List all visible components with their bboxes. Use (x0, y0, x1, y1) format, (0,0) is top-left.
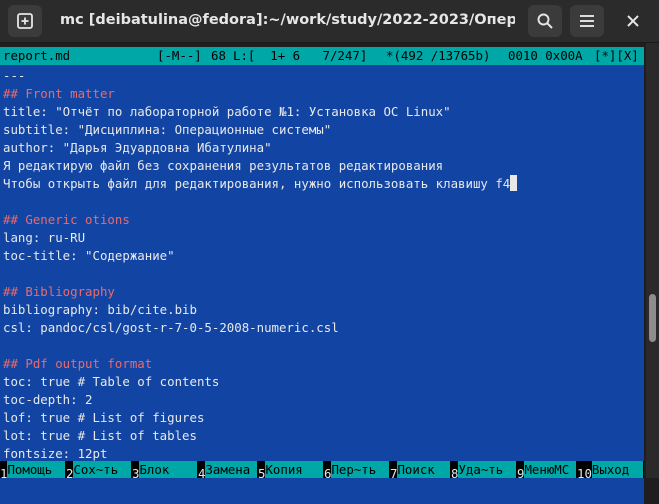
terminal-area[interactable]: report.md [-M--] 68 L:[ 1+ 6 7/247] *(49… (0, 43, 659, 504)
fkey-10-button[interactable]: 10Выход (577, 461, 643, 481)
fkey-number: 6 (324, 466, 332, 481)
fkey-number: 2 (66, 466, 74, 481)
main-menu-button[interactable] (570, 5, 604, 37)
status-filename: report.md (3, 48, 71, 63)
fkey-number: 9 (517, 466, 525, 481)
terminal-scrollbar[interactable] (646, 43, 659, 478)
fkey-8-button[interactable]: 8Уда~ть (451, 461, 516, 481)
status-line-info: L:[ 1+ 6 7/247] (233, 48, 368, 63)
markdown-heading-line: ## Pdf output format (3, 356, 153, 371)
close-window-button[interactable] (616, 5, 650, 37)
fkey-label: Сох~ть (73, 461, 131, 478)
new-tab-icon (17, 13, 33, 29)
text-line: lang: ru-RU (3, 230, 86, 245)
status-column: 68 (211, 48, 226, 63)
text-line: author: "Дарья Эдуардовна Ибатулина" (3, 140, 272, 155)
fkey-label: Блок (139, 461, 197, 478)
function-key-bar: 1Помощь 2Сох~ть 3Блок 4Замена 5Копия 6Пер~ть 7… (0, 461, 644, 481)
markdown-heading-line: ## Front matter (3, 86, 115, 101)
text-line: Я редактирую файл без сохранения результ… (3, 158, 444, 173)
text-line: toc-depth: 2 (3, 392, 93, 407)
hamburger-menu-icon (580, 15, 594, 27)
fkey-number: 1 (0, 466, 8, 481)
fkey-number: 3 (132, 466, 140, 481)
fkey-3-button[interactable]: 3Блок (132, 461, 197, 481)
search-button[interactable] (528, 5, 562, 37)
text-line: subtitle: "Дисциплина: Операционные сист… (3, 122, 332, 137)
text-cursor (510, 175, 518, 191)
status-char-code: 0010 0x00A (508, 48, 583, 63)
text-line: --- (3, 68, 26, 83)
editor-status-line: report.md [-M--] 68 L:[ 1+ 6 7/247] *(49… (0, 47, 644, 65)
text-line: csl: pandoc/csl/gost-r-7-0-5-2008-numeri… (3, 320, 339, 335)
search-icon (537, 13, 553, 29)
fkey-label: Выход (591, 461, 643, 478)
fkey-1-button[interactable]: 1Помощь (0, 461, 65, 481)
mcedit-editor[interactable]: report.md [-M--] 68 L:[ 1+ 6 7/247] *(49… (0, 47, 644, 504)
text-line: title: "Отчёт по лабораторной работе №1:… (3, 104, 451, 119)
fkey-7-button[interactable]: 7Поиск (390, 461, 450, 481)
text-line: lot: true # List of tables (3, 428, 197, 443)
fkey-2-button[interactable]: 2Сох~ть (66, 461, 131, 481)
fkey-9-button[interactable]: 9МенюMC (517, 461, 576, 481)
fkey-label: Уда~ть (458, 461, 516, 478)
fkey-label: Копия (265, 461, 323, 478)
fkey-number: 8 (451, 466, 459, 481)
window-titlebar: mc [deibatulina@fedora]:~/work/study/202… (0, 0, 659, 43)
fkey-6-button[interactable]: 6Пер~ть (324, 461, 389, 481)
status-flags: [*][X] (594, 48, 639, 63)
fkey-number: 5 (258, 466, 266, 481)
fkey-number: 7 (390, 466, 398, 481)
markdown-heading-line: ## Generic otions (3, 212, 130, 227)
fkey-4-button[interactable]: 4Замена (198, 461, 257, 481)
text-line: toc-title: "Содержание" (3, 248, 175, 263)
fkey-label: Пер~ть (331, 461, 389, 478)
status-mode: [-M--] (157, 48, 202, 63)
text-line: Чтобы открыть файл для редактирования, н… (3, 175, 518, 193)
text-line: bibliography: bib/cite.bib (3, 302, 197, 317)
text-line: toc: true # Table of contents (3, 374, 220, 389)
fkey-5-button[interactable]: 5Копия (258, 461, 323, 481)
window-title: mc [deibatulina@fedora]:~/work/study/202… (60, 12, 515, 28)
new-tab-button[interactable] (8, 5, 42, 37)
markdown-heading-line: ## Bibliography (3, 284, 115, 299)
scrollbar-thumb[interactable] (649, 294, 656, 342)
close-icon (627, 15, 639, 27)
fkey-label: Замена (205, 461, 257, 478)
fkey-label: Поиск (397, 461, 450, 478)
fkey-label: МенюMC (524, 461, 576, 478)
fkey-label: Помощь (7, 461, 65, 478)
status-offset: *(492 /13765b) (386, 48, 491, 63)
fkey-number: 4 (198, 466, 206, 481)
fkey-number: 10 (577, 466, 592, 481)
text-line: lof: true # List of figures (3, 410, 205, 425)
